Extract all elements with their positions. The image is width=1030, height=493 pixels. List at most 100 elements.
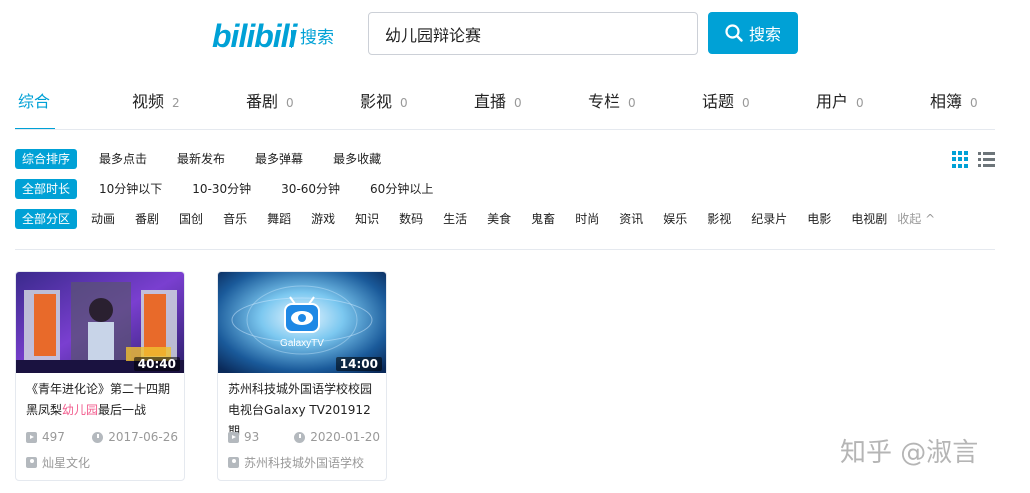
tab-count: 0: [742, 96, 750, 110]
filter-zone-item[interactable]: 音乐: [223, 209, 247, 229]
video-duration: 40:40: [133, 357, 180, 371]
filter-duration-over60[interactable]: 60分钟以上: [370, 179, 433, 199]
filter-zone-item[interactable]: 生活: [443, 209, 467, 229]
tab-label: 相簿: [930, 92, 963, 111]
tab-label: 视频: [132, 92, 165, 111]
grid-view-icon[interactable]: [952, 151, 969, 168]
filter-order-favorites[interactable]: 最多收藏: [333, 149, 381, 169]
upload-date: 2020-01-20: [310, 430, 380, 444]
tabs-divider: [15, 129, 995, 130]
tab-label: 综合: [18, 92, 51, 111]
video-title[interactable]: 《青年进化论》第二十四期黑凤梨幼儿园最后一战: [26, 379, 178, 421]
filter-zone-item[interactable]: 电视剧: [851, 209, 887, 229]
filter-order-danmaku[interactable]: 最多弹幕: [255, 149, 303, 169]
filter-zone-item[interactable]: 时尚: [575, 209, 599, 229]
author-name[interactable]: 灿星文化: [42, 454, 90, 471]
uploader-icon: [228, 457, 239, 468]
tab-live[interactable]: 直播 0: [474, 88, 522, 116]
filter-zone-all[interactable]: 全部分区: [15, 209, 78, 229]
filter-zone-item[interactable]: 纪录片: [751, 209, 787, 229]
tab-count: 0: [628, 96, 636, 110]
play-count: 497: [42, 430, 65, 444]
clock-icon: [294, 431, 306, 443]
video-meta: 497 2017-06-26: [26, 430, 178, 444]
uploader-icon: [26, 457, 37, 468]
tab-label: 影视: [360, 92, 393, 111]
tab-label: 话题: [702, 92, 735, 111]
tab-count: 0: [286, 96, 294, 110]
tab-count: 0: [514, 96, 522, 110]
filter-zone-item[interactable]: 动画: [91, 209, 115, 229]
filter-order-clicks[interactable]: 最多点击: [99, 149, 147, 169]
order-filter-row: 综合排序 最多点击 最新发布 最多弹幕 最多收藏: [15, 148, 381, 170]
tab-film-tv[interactable]: 影视 0: [360, 88, 408, 116]
video-thumbnail[interactable]: GalaxyTV 14:00: [218, 272, 386, 373]
tab-bangumi[interactable]: 番剧 0: [246, 88, 294, 116]
video-thumbnail[interactable]: 40:40: [16, 272, 184, 373]
filter-zone-item[interactable]: 游戏: [311, 209, 335, 229]
filter-zone-item[interactable]: 美食: [487, 209, 511, 229]
tab-label: 直播: [474, 92, 507, 111]
filter-zone-item[interactable]: 资讯: [619, 209, 643, 229]
collapse-filters-toggle[interactable]: 收起 ^: [897, 209, 935, 229]
search-button-label: 搜索: [748, 25, 781, 44]
filter-zone-item[interactable]: 娱乐: [663, 209, 687, 229]
play-count-icon: [26, 431, 37, 443]
play-count-icon: [228, 431, 239, 443]
search-results-page: bilibili 搜索 搜索 综合 视频 2 番剧 0 影视 0 直播 0: [0, 0, 1030, 493]
list-view-icon[interactable]: [978, 151, 995, 168]
logo-divider: [291, 30, 292, 48]
video-meta: 93 2020-01-20: [228, 430, 380, 444]
search-input[interactable]: [385, 24, 681, 43]
title-keyword-highlight: 幼儿园: [62, 403, 99, 417]
thumbnail-channel-text: GalaxyTV: [280, 338, 324, 349]
filters-divider: [15, 249, 995, 250]
filter-zone-item[interactable]: 电影: [807, 209, 831, 229]
play-count: 93: [244, 430, 260, 444]
filter-duration-all[interactable]: 全部时长: [15, 179, 78, 199]
video-author[interactable]: 苏州科技城外国语学校: [228, 454, 364, 471]
tab-count: 0: [856, 96, 864, 110]
upload-date: 2017-06-26: [108, 430, 178, 444]
logo-search-label: 搜索: [300, 28, 334, 48]
author-name[interactable]: 苏州科技城外国语学校: [244, 454, 364, 471]
search-input-box[interactable]: [368, 12, 698, 55]
zone-filter-row: 全部分区 动画 番剧 国创 音乐 舞蹈 游戏 知识 数码 生活 美食 鬼畜 时尚…: [15, 208, 935, 230]
video-duration: 14:00: [335, 357, 382, 371]
tab-user[interactable]: 用户 0: [816, 88, 864, 116]
filter-duration-30-60[interactable]: 30-60分钟: [281, 179, 340, 199]
tab-all[interactable]: 综合: [18, 88, 50, 116]
tab-album[interactable]: 相簿 0: [930, 88, 978, 116]
filter-duration-10-30[interactable]: 10-30分钟: [192, 179, 251, 199]
duration-filter-row: 全部时长 10分钟以下 10-30分钟 30-60分钟 60分钟以上: [15, 178, 433, 200]
result-type-tabs: 综合 视频 2 番剧 0 影视 0 直播 0 专栏 0 话题 0 用户 0 相簿…: [0, 88, 1030, 130]
filter-zone-item[interactable]: 影视: [707, 209, 731, 229]
tab-video[interactable]: 视频 2: [132, 88, 180, 116]
filter-zone-item[interactable]: 舞蹈: [267, 209, 291, 229]
search-button[interactable]: 搜索: [708, 12, 798, 54]
video-card[interactable]: GalaxyTV 14:00 苏州科技城外国语学校校园电视台Galaxy TV2…: [217, 271, 387, 481]
filter-order-newest[interactable]: 最新发布: [177, 149, 225, 169]
filter-zone-item[interactable]: 番剧: [135, 209, 159, 229]
clock-icon: [92, 431, 104, 443]
filter-duration-under10[interactable]: 10分钟以下: [99, 179, 162, 199]
tab-column[interactable]: 专栏 0: [588, 88, 636, 116]
filter-zone-item[interactable]: 数码: [399, 209, 423, 229]
zhihu-watermark: 知乎 @淑言: [840, 438, 979, 468]
tab-count: 0: [970, 96, 978, 110]
bilibili-logo[interactable]: bilibili: [212, 18, 297, 54]
title-text: 最后一战: [98, 403, 147, 417]
tab-count: 2: [172, 96, 180, 110]
filter-order-default[interactable]: 综合排序: [15, 149, 78, 169]
search-icon: [725, 24, 743, 42]
tab-topic[interactable]: 话题 0: [702, 88, 750, 116]
filter-zone-item[interactable]: 国创: [179, 209, 203, 229]
filter-zone-item[interactable]: 鬼畜: [531, 209, 555, 229]
filter-zone-item[interactable]: 知识: [355, 209, 379, 229]
tab-count: 0: [400, 96, 408, 110]
tab-label: 用户: [816, 92, 849, 111]
video-author[interactable]: 灿星文化: [26, 454, 90, 471]
video-card[interactable]: 40:40 《青年进化论》第二十四期黑凤梨幼儿园最后一战 497 2017-06…: [15, 271, 185, 481]
tab-label: 番剧: [246, 92, 279, 111]
tab-label: 专栏: [588, 92, 621, 111]
